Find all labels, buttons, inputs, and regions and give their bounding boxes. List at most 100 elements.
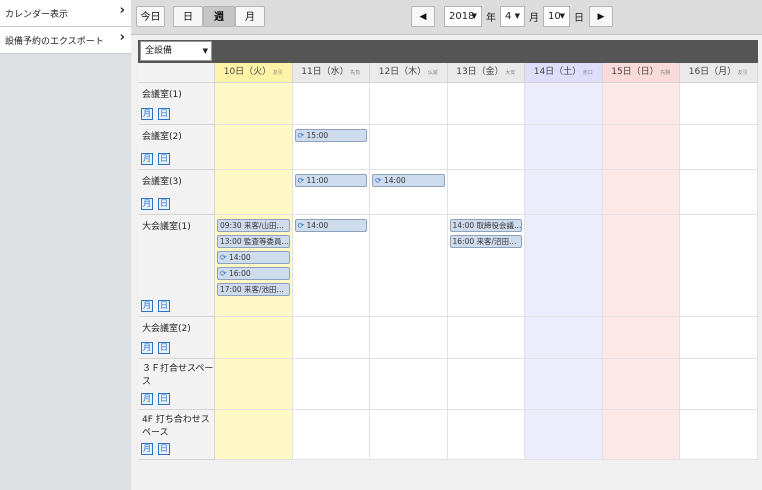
calendar-cell[interactable] — [602, 170, 680, 215]
calendar-cell[interactable] — [447, 83, 525, 125]
calendar-cell[interactable] — [680, 359, 758, 410]
month-view-button[interactable]: 月 — [235, 6, 265, 27]
reservation-event[interactable]: 13:00 監査等委員… — [217, 235, 290, 248]
calendar-cell[interactable] — [370, 410, 448, 460]
month-view-mini-button[interactable]: 月 — [141, 198, 153, 210]
sidebar-item-export[interactable]: 設備予約のエクスポート › — [0, 27, 131, 54]
reservation-event[interactable]: ⟳ 16:00 — [217, 267, 290, 280]
calendar-cell[interactable] — [370, 215, 448, 317]
event-time: 16:00 — [452, 237, 475, 246]
facility-name[interactable]: 会議室(3) — [142, 176, 214, 189]
calendar-cell[interactable] — [680, 83, 758, 125]
facility-name[interactable]: 大会議室(2) — [142, 323, 214, 336]
calendar-cell[interactable] — [215, 170, 293, 215]
calendar-cell[interactable] — [370, 83, 448, 125]
day-view-mini-button[interactable]: 日 — [158, 198, 170, 210]
next-week-button[interactable]: ▶ — [589, 6, 613, 27]
calendar-cell[interactable] — [602, 317, 680, 359]
month-view-mini-button[interactable]: 月 — [141, 300, 153, 312]
calendar-cell[interactable] — [370, 125, 448, 170]
calendar-cell[interactable] — [525, 170, 603, 215]
facility-name[interactable]: 大会議室(1) — [142, 221, 214, 234]
repeat-icon: ⟳ — [297, 176, 305, 185]
day-view-mini-button[interactable]: 日 — [158, 443, 170, 455]
calendar-cell[interactable] — [680, 125, 758, 170]
calendar-cell[interactable] — [370, 317, 448, 359]
calendar-cell[interactable] — [602, 215, 680, 317]
calendar-cell[interactable] — [525, 317, 603, 359]
calendar-cell[interactable] — [602, 359, 680, 410]
day-view-mini-button[interactable]: 日 — [158, 300, 170, 312]
calendar-cell[interactable] — [292, 83, 370, 125]
month-view-mini-button[interactable]: 月 — [141, 342, 153, 354]
day-view-mini-button[interactable]: 日 — [158, 108, 170, 120]
calendar-cell[interactable] — [602, 83, 680, 125]
sidebar-item-calendar-view[interactable]: カレンダー表示 › — [0, 0, 131, 27]
calendar-cell[interactable] — [215, 410, 293, 460]
calendar-cell[interactable] — [680, 215, 758, 317]
day-header: 16日（月） 友引 — [680, 63, 758, 83]
year-select[interactable]: 2018 ▼ — [444, 6, 482, 27]
day-header-date: 15日（日） — [611, 67, 659, 77]
facility-name[interactable]: 会議室(1) — [142, 89, 214, 102]
calendar-cell[interactable] — [447, 359, 525, 410]
day-header-date: 11日（水） — [301, 67, 349, 77]
week-view-button[interactable]: 週 — [203, 6, 235, 27]
chevron-right-icon: › — [119, 3, 125, 18]
today-button[interactable]: 今日 — [136, 6, 165, 27]
calendar-cell[interactable] — [447, 170, 525, 215]
calendar-cell[interactable] — [215, 317, 293, 359]
calendar-cell[interactable] — [680, 410, 758, 460]
calendar-cell[interactable] — [525, 215, 603, 317]
day-header: 15日（日） 先勝 — [602, 63, 680, 83]
reservation-event[interactable]: ⟳ 14:00 — [217, 251, 290, 264]
calendar-cell[interactable] — [447, 125, 525, 170]
calendar-cell[interactable] — [292, 317, 370, 359]
calendar-cell[interactable] — [292, 410, 370, 460]
reservation-event[interactable]: 17:00 来客/池田… — [217, 283, 290, 296]
calendar-cell[interactable] — [447, 317, 525, 359]
month-view-mini-button[interactable]: 月 — [141, 443, 153, 455]
calendar-cell[interactable] — [525, 410, 603, 460]
facility-name[interactable]: 会議室(2) — [142, 131, 214, 144]
calendar-cell[interactable] — [215, 83, 293, 125]
month-view-mini-button[interactable]: 月 — [141, 153, 153, 165]
reservation-event[interactable]: 14:00 取締役会議… — [449, 219, 522, 232]
day-view-mini-button[interactable]: 日 — [158, 342, 170, 354]
reservation-event[interactable]: ⟳ 15:00 — [294, 129, 367, 142]
calendar-cell[interactable] — [525, 359, 603, 410]
reservation-event[interactable]: ⟳ 14:00 — [294, 219, 367, 232]
calendar-cell[interactable] — [602, 125, 680, 170]
reservation-event[interactable]: ⟳ 14:00 — [372, 174, 445, 187]
calendar-cell[interactable] — [525, 83, 603, 125]
reservation-event[interactable]: 16:00 来客/沼田… — [449, 235, 522, 248]
calendar-cell[interactable] — [602, 410, 680, 460]
day-view-mini-button[interactable]: 日 — [158, 393, 170, 405]
month-view-mini-button[interactable]: 月 — [141, 108, 153, 120]
event-time: 16:00 — [229, 269, 251, 278]
prev-week-button[interactable]: ◀ — [411, 6, 435, 27]
month-select[interactable]: 4 ▼ — [500, 6, 525, 27]
calendar-cell[interactable] — [447, 410, 525, 460]
month-view-mini-button[interactable]: 月 — [141, 393, 153, 405]
day-header: 14日（土） 赤口 — [525, 63, 603, 83]
day-select[interactable]: 10 ▼ — [543, 6, 570, 27]
calendar-cell[interactable] — [215, 125, 293, 170]
sidebar-item-label: カレンダー表示 — [5, 10, 69, 20]
header-corner — [138, 63, 215, 83]
facility-select[interactable]: 全設備 ▼ — [140, 41, 212, 61]
calendar-cell[interactable] — [215, 359, 293, 410]
day-view-button[interactable]: 日 — [173, 6, 203, 27]
calendar-cell[interactable] — [680, 170, 758, 215]
reservation-event[interactable]: 09:30 来客/山田… — [217, 219, 290, 232]
facility-name[interactable]: 4F 打ち合わせスペース — [142, 414, 214, 440]
calendar-cell[interactable] — [292, 359, 370, 410]
calendar-cell[interactable] — [370, 359, 448, 410]
facility-select-value: 全設備 — [145, 46, 173, 56]
reservation-event[interactable]: ⟳ 11:00 — [294, 174, 367, 187]
facility-name[interactable]: ３Ｆ打合せスペース — [142, 363, 214, 389]
calendar-cell[interactable] — [525, 125, 603, 170]
event-title: 来客/沼田… — [474, 237, 517, 246]
day-view-mini-button[interactable]: 日 — [158, 153, 170, 165]
calendar-cell[interactable] — [680, 317, 758, 359]
